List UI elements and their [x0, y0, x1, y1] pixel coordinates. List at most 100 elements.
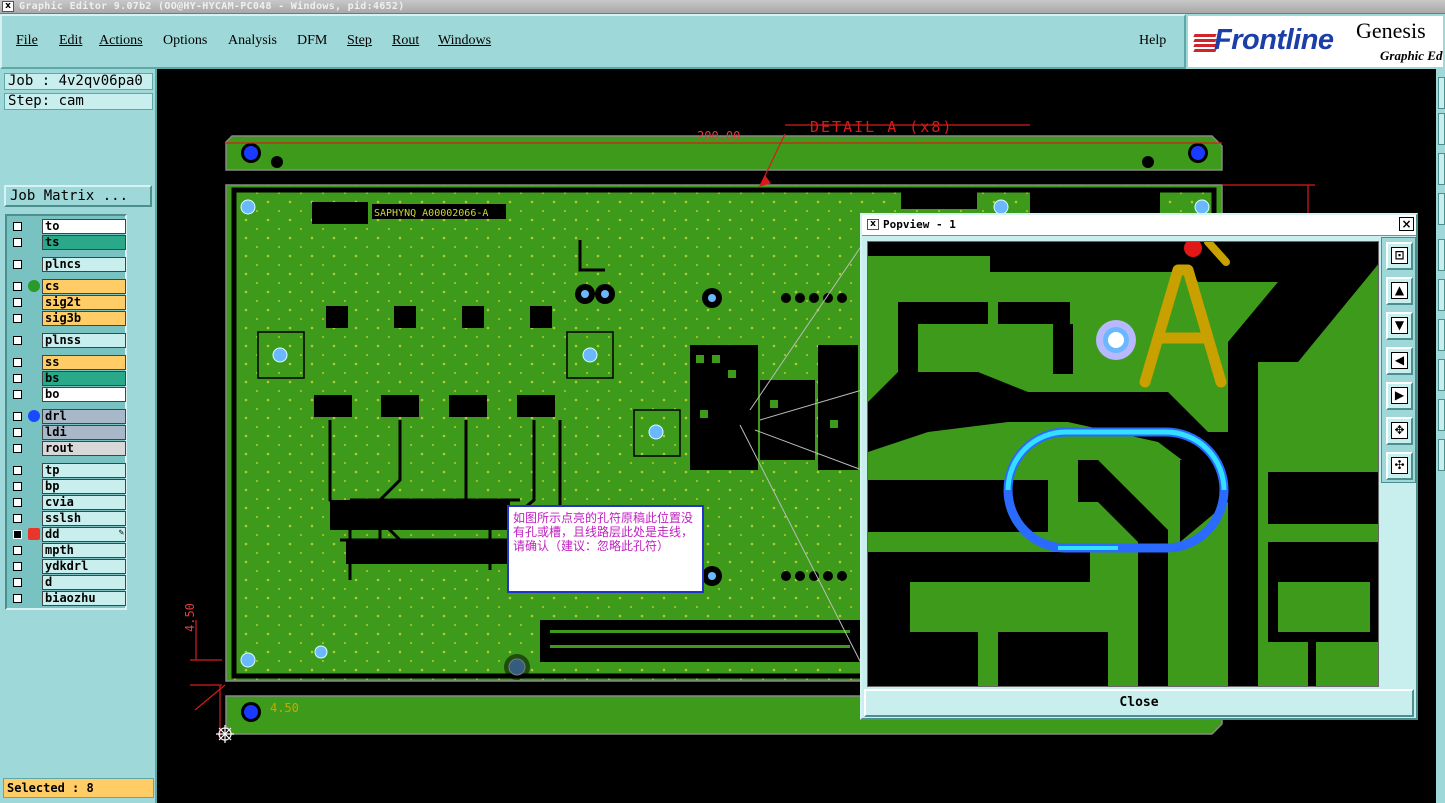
layer-checkbox[interactable]: [13, 374, 22, 383]
layer-name[interactable]: dd: [42, 527, 126, 542]
layer-row-plnss[interactable]: plnss: [9, 333, 126, 348]
layer-name[interactable]: rout: [42, 441, 126, 456]
layer-name[interactable]: bs: [42, 371, 126, 386]
layer-checkbox[interactable]: [13, 314, 22, 323]
layer-checkbox[interactable]: [13, 514, 22, 523]
zoom-in-button[interactable]: ▲: [1386, 277, 1413, 305]
layer-row-mpth[interactable]: mpth: [9, 543, 126, 558]
menu-rout[interactable]: Rout: [392, 33, 419, 49]
layer-checkbox[interactable]: [13, 336, 22, 345]
layer-checkbox[interactable]: [13, 482, 22, 491]
popview-close-button[interactable]: Close: [864, 689, 1414, 717]
layer-checkbox[interactable]: [13, 546, 22, 555]
layer-row-cs[interactable]: cs: [9, 279, 126, 294]
layer-row-ldi[interactable]: ldi: [9, 425, 126, 440]
layer-row-to[interactable]: to: [9, 219, 126, 234]
layer-checkbox[interactable]: [13, 412, 22, 421]
layer-checkbox[interactable]: [13, 298, 22, 307]
layer-row-dd[interactable]: dd ✎: [9, 527, 126, 542]
right-tool-button[interactable]: [1438, 77, 1445, 109]
layer-checkbox[interactable]: [13, 358, 22, 367]
menu-step[interactable]: Step: [347, 33, 372, 49]
layer-row-ss[interactable]: ss: [9, 355, 126, 370]
fit-button[interactable]: ✥: [1386, 417, 1413, 445]
right-tool-button[interactable]: [1438, 193, 1445, 225]
pan-left-button[interactable]: ◀: [1386, 347, 1413, 375]
layer-row-plncs[interactable]: plncs: [9, 257, 126, 272]
pan-right-button[interactable]: ▶: [1386, 382, 1413, 410]
menu-actions[interactable]: Actions: [99, 33, 143, 49]
layer-checkbox[interactable]: [13, 282, 22, 291]
layer-row-ydkdrl[interactable]: ydkdrl: [9, 559, 126, 574]
review-note: 如图所示点亮的孔符原稿此位置没有孔或槽，且线路层此处是走线，请确认（建议：忽略此…: [507, 505, 704, 593]
layer-checkbox[interactable]: [13, 444, 22, 453]
layer-name[interactable]: drl: [42, 409, 126, 424]
zoom-home-button[interactable]: ⊡: [1386, 242, 1413, 270]
layer-checkbox[interactable]: [13, 260, 22, 269]
layer-name[interactable]: sig3b: [42, 311, 126, 326]
layer-row-rout[interactable]: rout: [9, 441, 126, 456]
layer-name[interactable]: sslsh: [42, 511, 126, 526]
right-tool-button[interactable]: [1438, 319, 1445, 351]
layer-row-sig3b[interactable]: sig3b: [9, 311, 126, 326]
menu-help[interactable]: Help: [1139, 33, 1166, 49]
popview-close-x-button[interactable]: ×: [1399, 217, 1414, 231]
layer-name[interactable]: cvia: [42, 495, 126, 510]
layer-checkbox[interactable]: [13, 594, 22, 603]
layer-name[interactable]: cs: [42, 279, 126, 294]
layer-row-bp[interactable]: bp: [9, 479, 126, 494]
layer-checkbox[interactable]: [13, 562, 22, 571]
layer-name[interactable]: tp: [42, 463, 126, 478]
right-tool-button[interactable]: [1438, 279, 1445, 311]
layer-row-sslsh[interactable]: sslsh: [9, 511, 126, 526]
layer-name[interactable]: ss: [42, 355, 126, 370]
right-tool-button[interactable]: [1438, 439, 1445, 471]
layer-name[interactable]: plncs: [42, 257, 126, 272]
layer-name[interactable]: sig2t: [42, 295, 126, 310]
layer-name[interactable]: ldi: [42, 425, 126, 440]
zoom-out-button[interactable]: ▼: [1386, 312, 1413, 340]
menu-analysis[interactable]: Analysis: [228, 33, 277, 49]
layer-checkbox[interactable]: [13, 578, 22, 587]
layer-checkbox[interactable]: [13, 466, 22, 475]
layer-row-sig2t[interactable]: sig2t: [9, 295, 126, 310]
layer-row-biaozhu[interactable]: biaozhu: [9, 591, 126, 606]
layer-row-tp[interactable]: tp: [9, 463, 126, 478]
right-tool-button[interactable]: [1438, 399, 1445, 431]
layer-name[interactable]: mpth: [42, 543, 126, 558]
right-tool-button[interactable]: [1438, 113, 1445, 145]
menu-edit[interactable]: Edit: [59, 33, 82, 49]
menu-dfm[interactable]: DFM: [297, 33, 327, 49]
layer-row-cvia[interactable]: cvia: [9, 495, 126, 510]
menu-file[interactable]: File: [16, 33, 38, 49]
menu-options[interactable]: Options: [163, 33, 207, 49]
layer-checkbox[interactable]: [13, 238, 22, 247]
layer-name[interactable]: to: [42, 219, 126, 234]
layer-row-ts[interactable]: ts: [9, 235, 126, 250]
layer-row-bs[interactable]: bs: [9, 371, 126, 386]
layer-checkbox[interactable]: [13, 530, 22, 539]
layer-name[interactable]: d: [42, 575, 126, 590]
layer-row-drl[interactable]: drl: [9, 409, 126, 424]
layer-row-bo[interactable]: bo: [9, 387, 126, 402]
layer-name[interactable]: plnss: [42, 333, 126, 348]
job-matrix-button[interactable]: Job Matrix ...: [4, 185, 152, 207]
layer-name[interactable]: ts: [42, 235, 126, 250]
layer-checkbox[interactable]: [13, 390, 22, 399]
popview-titlebar[interactable]: x Popview - 1 ×: [862, 215, 1416, 236]
right-tool-button[interactable]: [1438, 239, 1445, 271]
layer-row-d[interactable]: d: [9, 575, 126, 590]
layer-name[interactable]: bp: [42, 479, 126, 494]
layer-checkbox[interactable]: [13, 498, 22, 507]
layer-checkbox[interactable]: [13, 222, 22, 231]
layer-name[interactable]: bo: [42, 387, 126, 402]
layer-name[interactable]: biaozhu: [42, 591, 126, 606]
center-button[interactable]: ✣: [1386, 452, 1413, 480]
right-tool-button[interactable]: [1438, 153, 1445, 185]
layer-checkbox[interactable]: [13, 428, 22, 437]
popview-zoom-view[interactable]: A: [867, 241, 1379, 687]
layer-name[interactable]: ydkdrl: [42, 559, 126, 574]
right-tool-button[interactable]: [1438, 359, 1445, 391]
window-icon[interactable]: x: [2, 1, 14, 12]
menu-windows[interactable]: Windows: [438, 33, 491, 49]
